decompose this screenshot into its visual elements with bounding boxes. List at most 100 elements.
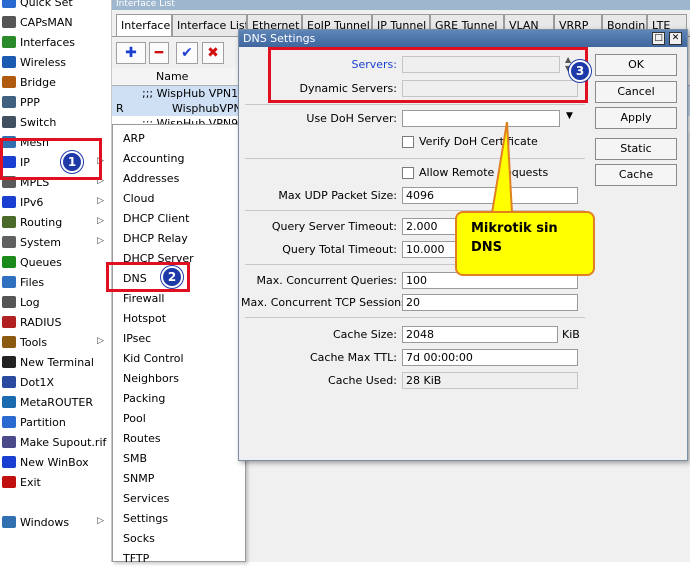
row-name: ;;; WispHub VPN1C <box>142 87 246 100</box>
sidebar-item-label: System <box>20 235 62 249</box>
ip-menu-item-arp[interactable]: ARP <box>123 129 145 149</box>
sidebar-item-label: Switch <box>20 115 57 129</box>
query-server-timeout-field[interactable]: 2.000 <box>402 218 462 235</box>
cache-max-ttl-field[interactable]: 7d 00:00:00 <box>402 349 578 366</box>
ip-menu-item-pool[interactable]: Pool <box>123 409 146 429</box>
verify-doh-label: Verify DoH Certificate <box>419 135 538 148</box>
max-concurrent-tcp-field[interactable]: 20 <box>402 294 578 311</box>
sidebar-item-label: Dot1X <box>20 375 55 389</box>
sidebar-item-routing[interactable]: Routing ▷ <box>0 212 112 232</box>
allow-remote-checkbox[interactable] <box>402 167 414 179</box>
sidebar-item-exit[interactable]: Exit <box>0 472 112 492</box>
callout-line-1: Mikrotik sin <box>471 221 558 236</box>
cancel-button[interactable]: Cancel <box>595 81 677 103</box>
sidebar-item-radius[interactable]: RADIUS <box>0 312 112 332</box>
ip-menu-item-accounting[interactable]: Accounting <box>123 149 184 169</box>
sidebar-item-tools[interactable]: Tools ▷ <box>0 332 112 352</box>
apply-button[interactable]: Apply <box>595 107 677 129</box>
ip-menu-item-settings[interactable]: Settings <box>123 509 168 529</box>
sidebar-item-files[interactable]: Files <box>0 272 112 292</box>
ip-menu-item-tftp[interactable]: TFTP <box>123 549 149 569</box>
max-udp-field[interactable]: 4096 <box>402 187 578 204</box>
sidebar-item-label: Wireless <box>20 55 67 69</box>
winbox-sidebar-menu: Quick Set CAPsMAN Interfaces Wireless Bridge… <box>0 0 112 562</box>
sidebar-item-new-winbox[interactable]: New WinBox <box>0 452 112 472</box>
ip-menu-item-firewall[interactable]: Firewall <box>123 289 164 309</box>
add-button[interactable]: ✚ <box>116 42 146 64</box>
sidebar-item-metarouter[interactable]: MetaROUTER <box>0 392 112 412</box>
disable-button[interactable]: ✖ <box>202 42 224 64</box>
cache-size-field[interactable]: 2048 <box>402 326 558 343</box>
sidebar-item-system[interactable]: System ▷ <box>0 232 112 252</box>
separator <box>245 317 585 318</box>
cache-used-label: Cache Used: <box>328 374 397 387</box>
sidebar-item-ppp[interactable]: PPP <box>0 92 112 112</box>
verify-doh-checkbox[interactable] <box>402 136 414 148</box>
sidebar-item-label: Windows <box>20 515 70 529</box>
sidebar-item-ipv6[interactable]: IPv6 ▷ <box>0 192 112 212</box>
close-icon: ✕ <box>671 33 680 43</box>
tools-icon <box>2 336 16 348</box>
system-icon <box>2 236 16 248</box>
cache-used-field: 28 KiB <box>402 372 578 389</box>
ip-menu-item-dhcp-relay[interactable]: DHCP Relay <box>123 229 188 249</box>
sidebar-item-windows[interactable]: Windows ▷ <box>0 512 112 532</box>
sidebar-item-partition[interactable]: Partition <box>0 412 112 432</box>
ip-menu-item-ipsec[interactable]: IPsec <box>123 329 151 349</box>
ip-menu-item-dhcp-client[interactable]: DHCP Client <box>123 209 189 229</box>
static-button[interactable]: Static <box>595 138 677 160</box>
ip-menu-item-kid-control[interactable]: Kid Control <box>123 349 184 369</box>
ip-menu-item-addresses[interactable]: Addresses <box>123 169 179 189</box>
sidebar-item-label: Interfaces <box>20 35 75 49</box>
sidebar-item-queues[interactable]: Queues <box>0 252 112 272</box>
cache-size-unit: KiB <box>562 328 580 341</box>
ip-menu-item-services[interactable]: Services <box>123 489 169 509</box>
sidebar-item-interfaces[interactable]: Interfaces <box>0 32 112 52</box>
sidebar-item-capsman[interactable]: CAPsMAN <box>0 12 112 32</box>
ok-button[interactable]: OK <box>595 54 677 76</box>
ppp-icon <box>2 96 16 108</box>
sidebar-item-wireless[interactable]: Wireless <box>0 52 112 72</box>
maximize-button[interactable]: □ <box>652 32 665 45</box>
sidebar-item-log[interactable]: Log <box>0 292 112 312</box>
ip-menu-item-snmp[interactable]: SNMP <box>123 469 154 489</box>
files-icon <box>2 276 16 288</box>
cache-button[interactable]: Cache <box>595 164 677 186</box>
ip-menu-item-packing[interactable]: Packing <box>123 389 165 409</box>
sidebar-item-new-terminal[interactable]: New Terminal <box>0 352 112 372</box>
interfaces-icon <box>2 36 16 48</box>
close-button[interactable]: ✕ <box>669 32 682 45</box>
sidebar-item-label: New WinBox <box>20 455 89 469</box>
enable-button[interactable]: ✔ <box>176 42 198 64</box>
sidebar-item-label: Make Supout.rif <box>20 435 107 449</box>
ip-menu-item-routes[interactable]: Routes <box>123 429 161 449</box>
ip-menu-item-hotspot[interactable]: Hotspot <box>123 309 166 329</box>
exit-icon <box>2 476 16 488</box>
cache-max-ttl-label: Cache Max TTL: <box>309 351 397 364</box>
ipv6-icon <box>2 196 16 208</box>
allow-remote-label: Allow Remote Requests <box>419 166 549 179</box>
query-total-timeout-field[interactable]: 10.000 <box>402 241 462 258</box>
sidebar-item-quick-set[interactable]: Quick Set <box>0 0 112 12</box>
ip-menu-item-smb[interactable]: SMB <box>123 449 147 469</box>
switch-icon <box>2 116 16 128</box>
use-doh-field[interactable] <box>402 110 560 127</box>
sidebar-item-label: PPP <box>20 95 40 109</box>
sidebar-item-bridge[interactable]: Bridge <box>0 72 112 92</box>
dropdown-arrow-icon[interactable]: ▼ <box>566 111 573 121</box>
metarouter-icon <box>2 396 16 408</box>
sidebar-item-switch[interactable]: Switch <box>0 112 112 132</box>
ip-menu-item-socks[interactable]: Socks <box>123 529 155 549</box>
tab-interface-list[interactable]: Interface List <box>172 14 247 36</box>
routing-icon <box>2 216 16 228</box>
remove-button[interactable]: ━ <box>149 42 169 64</box>
tab-interface[interactable]: Interface <box>116 14 172 36</box>
use-doh-label: Use DoH Server: <box>306 112 397 125</box>
column-header-name[interactable]: Name <box>156 70 188 83</box>
sidebar-item-dot1x[interactable]: Dot1X <box>0 372 112 392</box>
ip-menu-item-cloud[interactable]: Cloud <box>123 189 154 209</box>
supout-icon <box>2 436 16 448</box>
ip-menu-item-neighbors[interactable]: Neighbors <box>123 369 179 389</box>
minus-icon: ━ <box>154 45 164 61</box>
sidebar-item-make-supout-rif[interactable]: Make Supout.rif <box>0 432 112 452</box>
